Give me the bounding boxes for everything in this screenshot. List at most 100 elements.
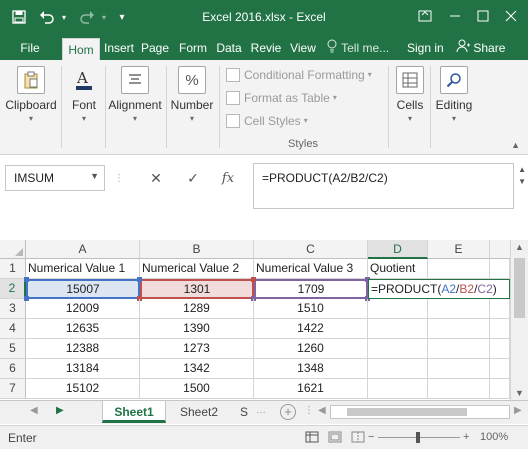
cell-b6[interactable]: 1342	[140, 359, 254, 379]
cell-c6[interactable]: 1348	[254, 359, 368, 379]
cell-b2[interactable]: 1301	[140, 279, 254, 299]
cell-a4[interactable]: 12635	[26, 319, 140, 339]
resize-tabs-icon[interactable]: ⋮	[304, 405, 314, 416]
conditional-formatting-button[interactable]: Conditional Formatting ▾	[226, 65, 372, 85]
column-header-c[interactable]: C	[254, 240, 368, 259]
more-sheets-icon[interactable]: …	[256, 405, 266, 416]
tab-insert[interactable]: Insert	[101, 36, 137, 60]
tab-page-layout[interactable]: Page	[138, 36, 172, 60]
cell-a2[interactable]: 15007	[26, 279, 140, 299]
cell-b4[interactable]: 1390	[140, 319, 254, 339]
cell-c7[interactable]: 1621	[254, 379, 368, 399]
cell-c5[interactable]: 1260	[254, 339, 368, 359]
alignment-group[interactable]: Alignment ▾	[106, 64, 164, 140]
cell-d4[interactable]	[368, 319, 428, 339]
cell-a5[interactable]: 12388	[26, 339, 140, 359]
name-box[interactable]: IMSUM ▼	[5, 165, 105, 191]
resize-handle-icon[interactable]: ⋮	[114, 173, 124, 184]
horizontal-scrollbar[interactable]	[330, 405, 510, 419]
tab-data[interactable]: Data	[213, 36, 245, 60]
cell-styles-button[interactable]: Cell Styles ▾	[226, 111, 308, 131]
row-header-3[interactable]: 3	[0, 299, 26, 319]
formula-scroll-up-icon[interactable]: ▲	[518, 165, 526, 174]
tell-me-box[interactable]: Tell me...	[326, 36, 389, 60]
cell-b1[interactable]: Numerical Value 2	[140, 259, 254, 279]
column-header-f[interactable]	[490, 240, 510, 259]
cell-d1[interactable]: Quotient	[368, 259, 428, 279]
cell-e4[interactable]	[428, 319, 490, 339]
formula-input[interactable]: =PRODUCT(A2/B2/C2)	[253, 163, 514, 209]
cell-d6[interactable]	[368, 359, 428, 379]
cell-c3[interactable]: 1510	[254, 299, 368, 319]
zoom-slider-knob[interactable]	[416, 432, 420, 443]
sheet-tab-sheet2[interactable]: Sheet2	[170, 401, 228, 423]
row-header-5[interactable]: 5	[0, 339, 26, 359]
cell-f4[interactable]	[490, 319, 510, 339]
ref-handle[interactable]	[251, 277, 256, 282]
collapse-ribbon-icon[interactable]: ▲	[511, 140, 520, 150]
number-group[interactable]: % Number ▾	[168, 64, 216, 140]
scroll-down-icon[interactable]: ▼	[515, 388, 524, 398]
clipboard-group[interactable]: Clipboard ▾	[4, 64, 58, 140]
horizontal-scroll-thumb[interactable]	[347, 408, 467, 416]
formula-scroll-down-icon[interactable]: ▼	[518, 177, 526, 186]
ribbon-display-icon[interactable]	[410, 4, 440, 28]
cell-c2[interactable]: 1709	[254, 279, 368, 299]
zoom-in-icon[interactable]: +	[463, 431, 469, 443]
zoom-level[interactable]: 100%	[480, 431, 508, 443]
scroll-right-icon[interactable]: ▶	[514, 405, 522, 416]
row-header-1[interactable]: 1	[0, 259, 26, 279]
format-as-table-button[interactable]: Format as Table ▾	[226, 88, 337, 108]
cell-b5[interactable]: 1273	[140, 339, 254, 359]
share-button[interactable]: Share	[456, 36, 505, 60]
zoom-out-icon[interactable]: −	[368, 431, 374, 443]
cell-e6[interactable]	[428, 359, 490, 379]
cell-f1[interactable]	[490, 259, 510, 279]
row-header-6[interactable]: 6	[0, 359, 26, 379]
scroll-left-icon[interactable]: ◀	[318, 405, 326, 416]
cell-d7[interactable]	[368, 379, 428, 399]
ref-handle[interactable]	[24, 277, 29, 282]
chevron-down-icon[interactable]: ▼	[90, 171, 99, 181]
cell-d3[interactable]	[368, 299, 428, 319]
cell-a1[interactable]: Numerical Value 1	[26, 259, 140, 279]
column-header-d[interactable]: D	[368, 240, 428, 259]
tab-home[interactable]: Hom	[62, 38, 100, 60]
minimize-icon[interactable]	[440, 4, 470, 28]
cell-f6[interactable]	[490, 359, 510, 379]
row-header-2[interactable]: 2	[0, 279, 26, 299]
column-header-b[interactable]: B	[140, 240, 254, 259]
cell-c4[interactable]: 1422	[254, 319, 368, 339]
cell-e7[interactable]	[428, 379, 490, 399]
page-layout-view-icon[interactable]	[328, 431, 342, 446]
prev-sheet-icon[interactable]: ◀	[30, 405, 38, 416]
row-header-7[interactable]: 7	[0, 379, 26, 399]
scroll-thumb[interactable]	[514, 258, 525, 318]
column-header-e[interactable]: E	[428, 240, 490, 259]
ref-handle[interactable]	[137, 277, 142, 282]
cell-e5[interactable]	[428, 339, 490, 359]
tab-view[interactable]: View	[287, 36, 319, 60]
zoom-slider[interactable]	[378, 432, 460, 443]
tab-review[interactable]: Revie	[246, 36, 286, 60]
cell-c1[interactable]: Numerical Value 3	[254, 259, 368, 279]
editing-group[interactable]: Editing ▾	[432, 64, 476, 140]
next-sheet-icon[interactable]: ▶	[56, 405, 64, 416]
vertical-scrollbar[interactable]: ▲ ▼	[510, 240, 528, 400]
cell-e3[interactable]	[428, 299, 490, 319]
add-sheet-icon[interactable]: +	[280, 404, 296, 420]
cell-b3[interactable]: 1289	[140, 299, 254, 319]
cell-f3[interactable]	[490, 299, 510, 319]
normal-view-icon[interactable]	[305, 431, 319, 446]
tab-file[interactable]: File	[10, 36, 50, 60]
maximize-icon[interactable]	[468, 4, 498, 28]
scroll-up-icon[interactable]: ▲	[515, 242, 524, 252]
cell-d2-editor[interactable]: =PRODUCT(A2/B2/C2)	[368, 279, 510, 299]
cell-b7[interactable]: 1500	[140, 379, 254, 399]
cell-e1[interactable]	[428, 259, 490, 279]
column-header-a[interactable]: A	[26, 240, 140, 259]
cell-a6[interactable]: 13184	[26, 359, 140, 379]
sheet-tab-sheet3[interactable]: S	[234, 401, 254, 423]
tab-formulas[interactable]: Form	[174, 36, 212, 60]
cells-group[interactable]: Cells ▾	[392, 64, 428, 140]
